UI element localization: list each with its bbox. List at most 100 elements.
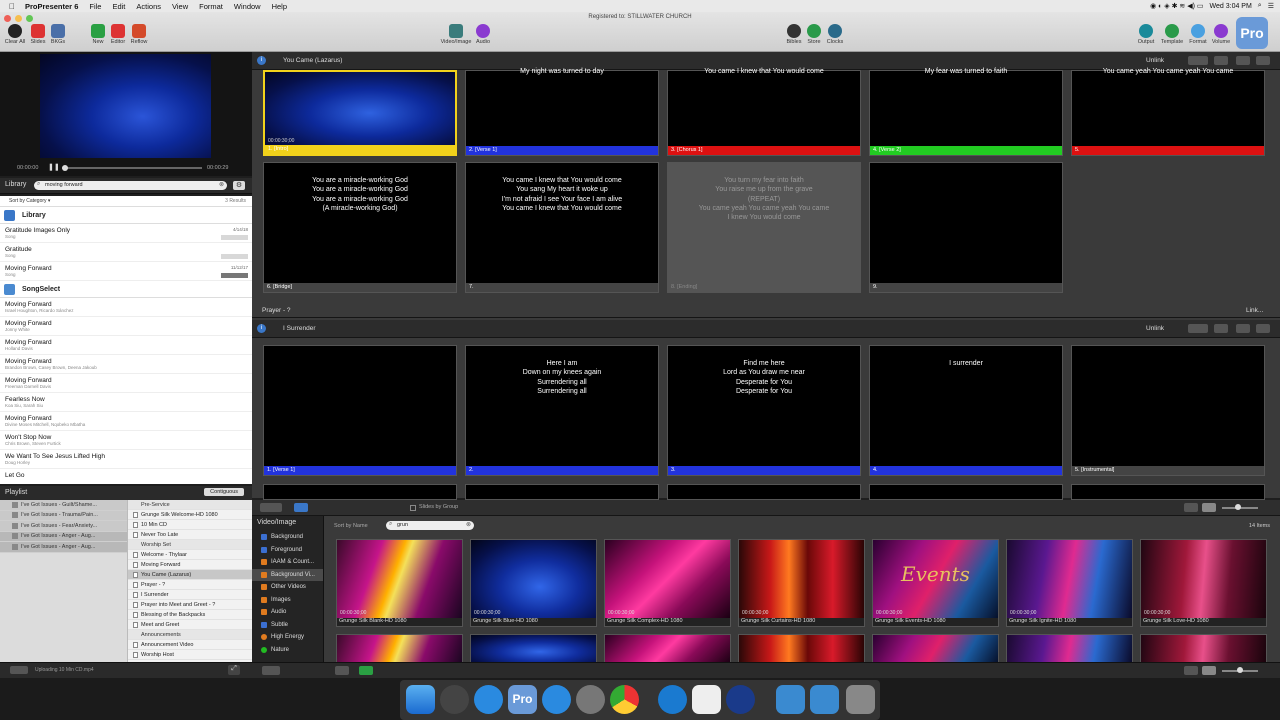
pro-logo[interactable]: Pro [1236,17,1268,49]
trash-icon[interactable] [846,685,875,714]
loop-icon[interactable] [1256,324,1270,333]
new-button[interactable]: New [89,24,107,45]
media-thumbnail[interactable] [872,634,999,664]
media-thumbnail[interactable] [1006,634,1133,664]
list-item[interactable]: Moving Forward Song 11/12/17 [0,262,252,281]
slide-thumbnail[interactable]: You came I knew that You would come 3. [C… [667,68,861,156]
menu-actions[interactable]: Actions [136,2,161,11]
info-icon[interactable]: i [257,324,266,333]
add-slide-button[interactable] [260,503,282,512]
loop-icon[interactable] [1256,56,1270,65]
media-category[interactable]: Background Vi... [252,568,323,581]
media-search-input[interactable]: ⌕ grun ⊗ [386,521,474,530]
scrubber-track[interactable] [62,167,202,169]
playlist-entry[interactable]: Meet and Greet [128,620,252,630]
playlist-item[interactable]: I've Got Issues - Anger - Aug... [0,531,127,542]
playlist-entry[interactable]: You Came (Lazarus) [128,570,252,580]
presentation-header-prayer[interactable]: Prayer - ? Link... [252,302,1280,318]
list-item[interactable]: Gratitude Song [0,243,252,262]
gear-icon[interactable]: ⚙ [233,181,245,190]
list-item[interactable]: We Want To See Jesus Lifted High Doug Hor… [0,450,252,469]
add-playlist-button[interactable] [10,666,28,674]
list-item[interactable]: Fearless Now Koa Siu, Sarah Siu [0,393,252,412]
grid-view-icon[interactable] [1184,503,1198,512]
list-item[interactable]: Moving Forward Brandon Brown, Casey Brown… [0,355,252,374]
slide-thumbnail[interactable] [263,484,457,500]
arrange-icon[interactable] [1214,56,1228,65]
menu-list-icon[interactable]: ☰ [1268,2,1274,10]
clear-all-button[interactable]: Clear All [4,24,26,45]
output-button[interactable]: Output [1135,24,1157,45]
slide-thumbnail[interactable] [667,484,861,500]
library-section-songselect[interactable]: SongSelect [0,281,252,298]
downloads-folder-icon[interactable] [810,685,839,714]
format-button[interactable]: Format [1187,24,1209,45]
media-category[interactable]: Foreground [252,544,323,557]
launchpad-icon[interactable] [440,685,469,714]
playlist-entry[interactable]: Grunge Silk Welcome-HD 1080 [128,510,252,520]
clocks-button[interactable]: Clocks [824,24,846,45]
safari-icon[interactable] [474,685,503,714]
playlist-entry[interactable]: Announcement Video [128,640,252,650]
audio-button[interactable]: Audio [474,24,492,45]
layout-icon[interactable] [1236,324,1250,333]
playlist-entry[interactable]: Never Too Late [128,530,252,540]
media-thumbnail[interactable] [738,634,865,664]
list-item[interactable]: Let Go [0,469,252,484]
media-thumbnail[interactable]: 00:00:30;00 Grunge Silk Complex-HD 1080 [604,539,731,627]
media-thumbnail[interactable]: 00:00:30;00 Grunge Silk Blue-HD 1080 [470,539,597,627]
playlist-item[interactable]: I've Got Issues - Guilt/Shame... [0,500,127,511]
slide-thumbnail[interactable]: 9. [869,162,1063,293]
menu-help[interactable]: Help [272,2,287,11]
media-thumbnail[interactable] [604,634,731,664]
media-category[interactable]: Images [252,594,323,607]
finder-icon[interactable] [406,685,435,714]
system-preferences-icon[interactable] [576,685,605,714]
slide-thumbnail[interactable]: 00:00:30;00 1. [Intro] [263,70,457,156]
app-store-icon[interactable] [542,685,571,714]
playlist-entry[interactable]: Moving Forward [128,560,252,570]
media-category[interactable]: Subtle [252,619,323,632]
app-icon[interactable] [726,685,755,714]
playlist-entry[interactable]: Welcome - Thylaar [128,550,252,560]
media-action-button[interactable] [359,666,373,675]
slide-thumbnail[interactable]: You turn my fear into faith You raise me … [667,162,861,293]
link-button[interactable]: Link... [1246,307,1263,314]
bibles-button[interactable]: Bibles [784,24,804,45]
search-icon[interactable]: ⌕ [1258,2,1262,10]
slide-thumbnail[interactable]: You are a miracle-working God You are a m… [263,162,457,293]
list-item[interactable]: Won't Stop Now Chris Brown, Steven Furtic… [0,431,252,450]
presentation-header-i-surrender[interactable]: i I Surrender Unlink [252,320,1280,338]
sort-dropdown[interactable]: Sort by Category ▾ [9,198,50,204]
media-category[interactable]: Background [252,531,323,544]
list-item[interactable]: Moving Forward Israel Houghton, Ricardo S… [0,298,252,317]
slide-thumbnail[interactable]: I surrender 4. [869,345,1063,476]
menu-format[interactable]: Format [199,2,223,11]
template-button[interactable]: Template [1158,24,1186,45]
playlist-item[interactable]: I've Got Issues - Anger - Aug... [0,542,127,553]
reflow-button[interactable]: Reflow [129,24,149,45]
apple-icon[interactable]:  [9,2,15,11]
folder-icon[interactable] [776,685,805,714]
playlist-entry[interactable]: Blessing of the Backpacks [128,610,252,620]
timer-dropdown[interactable] [1188,56,1208,65]
clock[interactable]: Wed 3:04 PM [1210,3,1252,10]
menu-window[interactable]: Window [234,2,261,11]
media-category[interactable]: Nature [252,644,323,657]
list-view-icon[interactable] [1202,666,1216,675]
library-section-library[interactable]: Library [0,207,252,224]
clear-bkgs-button[interactable]: BKGs [49,24,67,45]
media-thumbnail[interactable]: 00:00:30;00 Grunge Silk Blank-HD 1080 [336,539,463,627]
media-category[interactable]: High Energy [252,631,323,644]
group-checkbox[interactable] [410,505,416,511]
media-category[interactable]: Audio [252,606,323,619]
preview-icon[interactable] [692,685,721,714]
playlist-item[interactable]: I've Got Issues - Trauma/Pain... [0,510,127,521]
clear-search-icon[interactable]: ⊗ [466,521,471,528]
media-sort[interactable]: Sort by Name [334,523,368,529]
slide-thumbnail[interactable] [465,484,659,500]
media-zoom-handle[interactable] [1237,667,1243,673]
list-view-icon[interactable] [1202,503,1216,512]
slide-thumbnail[interactable]: 5. [Instrumental] [1071,345,1265,476]
list-item[interactable]: Moving Forward Jonny White [0,317,252,336]
